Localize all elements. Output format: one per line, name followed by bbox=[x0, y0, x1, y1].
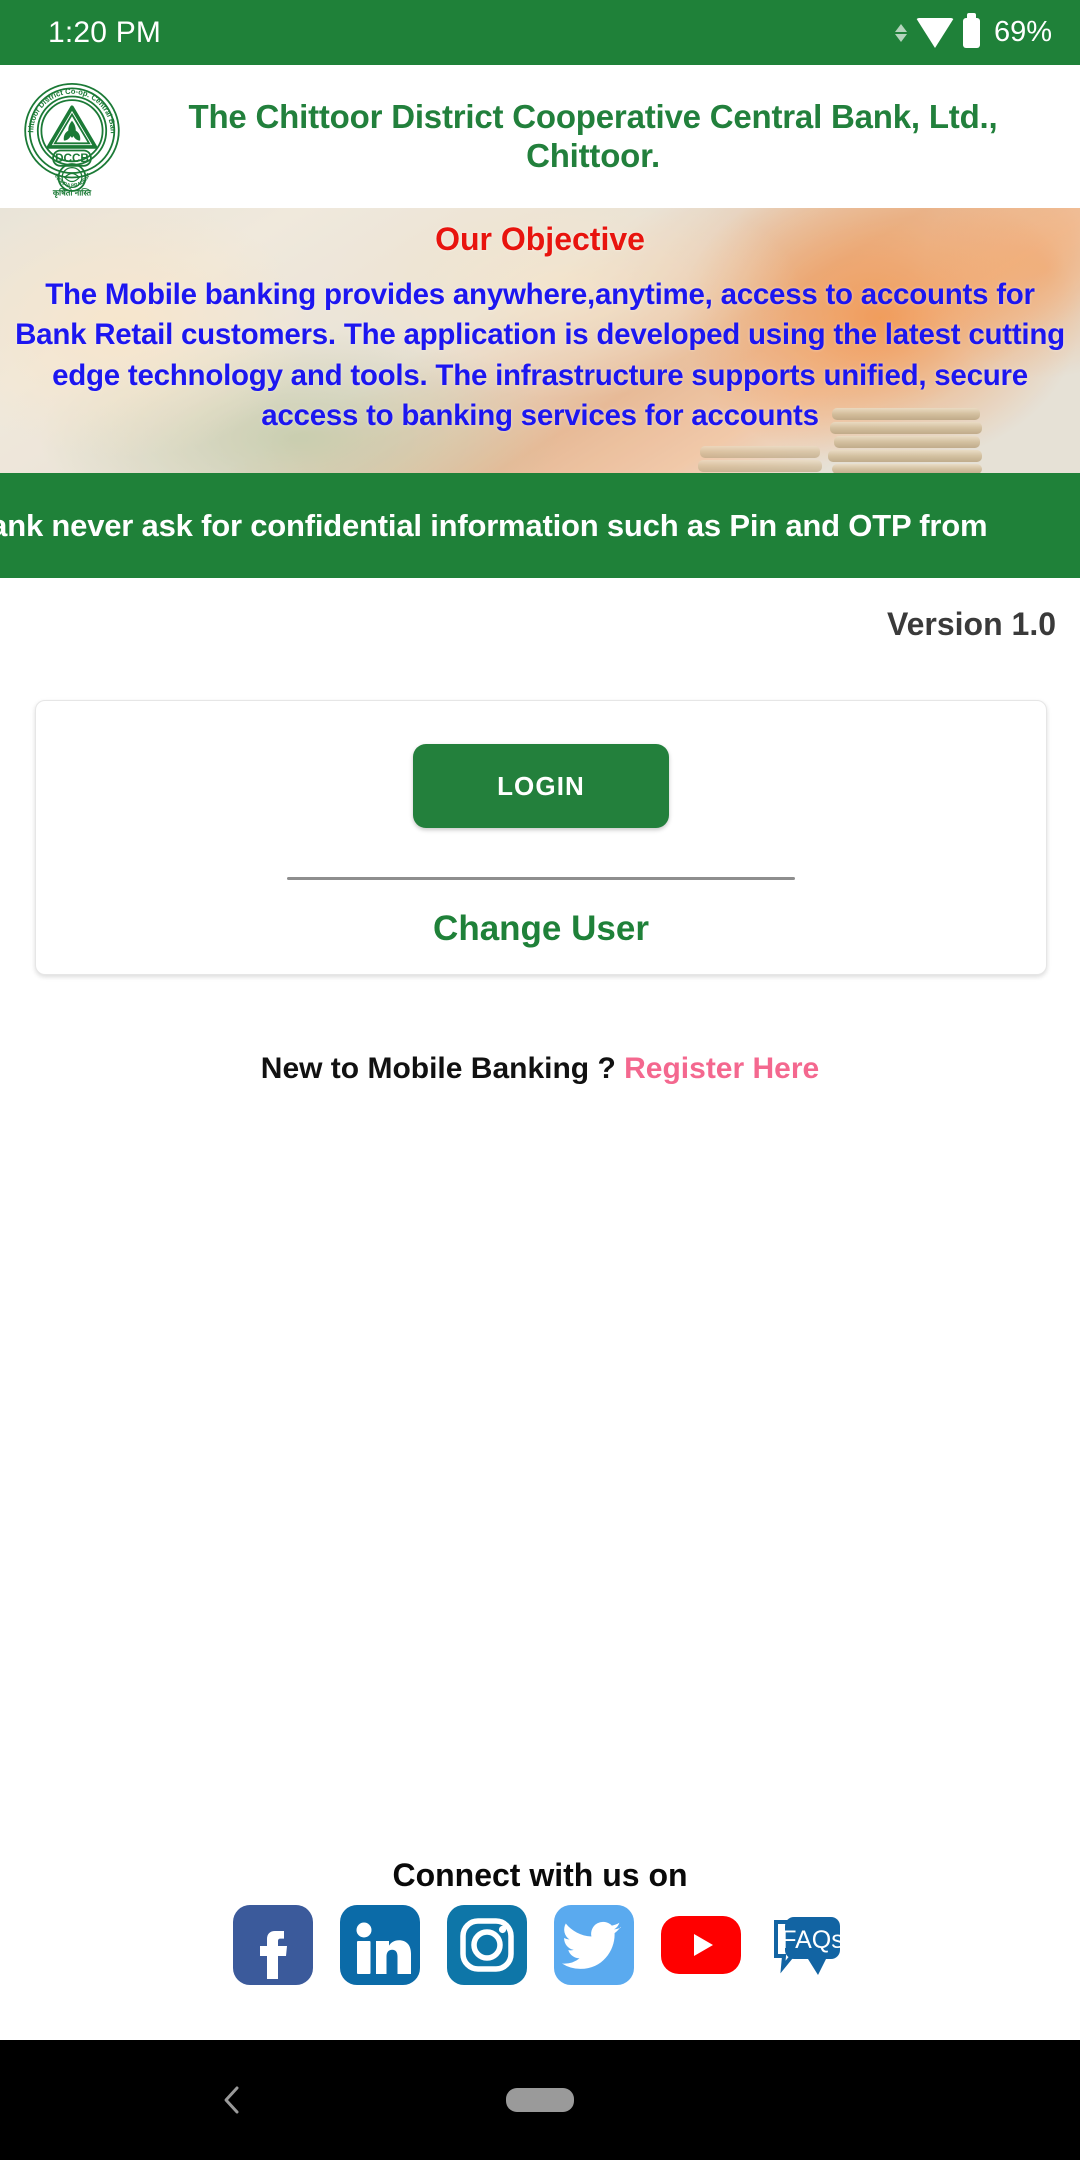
app-root: 1:20 PM 69% DCCB hittoor District Co-op.… bbox=[0, 0, 1080, 2160]
twitter-icon[interactable] bbox=[553, 1905, 634, 1985]
register-question-label: New to Mobile Banking ? bbox=[260, 1052, 625, 1085]
objective-banner: Our Objective The Mobile banking provide… bbox=[0, 208, 1080, 473]
youtube-icon[interactable] bbox=[660, 1916, 741, 1974]
security-notice-marquee: Bank never ask for confidential informat… bbox=[0, 473, 1080, 578]
app-header: DCCB The Chittoor District Co-op. Centra… bbox=[0, 65, 1080, 208]
login-button[interactable]: LOGIN bbox=[413, 744, 669, 828]
faqs-icon[interactable]: FAQs bbox=[768, 1905, 848, 1985]
security-notice-text: Bank never ask for confidential informat… bbox=[0, 507, 988, 543]
svg-text:ANDHRA PRADESH: ANDHRA PRADESH bbox=[52, 171, 92, 188]
wifi-icon bbox=[915, 17, 954, 48]
back-button-icon[interactable] bbox=[215, 2083, 249, 2117]
register-prompt: New to Mobile Banking ? Register Here bbox=[0, 1052, 1080, 1086]
social-links-row: FAQs bbox=[0, 1905, 1080, 1985]
status-bar: 1:20 PM 69% bbox=[0, 0, 1080, 65]
instagram-icon[interactable] bbox=[446, 1905, 527, 1985]
login-card: LOGIN Change User bbox=[35, 700, 1047, 975]
connect-with-us-label: Connect with us on bbox=[392, 1857, 688, 1893]
home-indicator[interactable] bbox=[506, 2088, 574, 2112]
svg-text:FAQs: FAQs bbox=[781, 1926, 844, 1954]
app-version-label: Version 1.0 bbox=[887, 606, 1056, 642]
svg-text:कृषितो नास्ति: कृषितो नास्ति bbox=[52, 187, 92, 198]
facebook-icon[interactable] bbox=[232, 1905, 313, 1985]
linkedin-icon[interactable] bbox=[339, 1905, 420, 1985]
system-navigation-bar bbox=[0, 2040, 1080, 2160]
battery-percent-label: 69% bbox=[993, 16, 1052, 48]
objective-body-text: The Mobile banking provides anywhere,any… bbox=[15, 278, 1065, 433]
status-bar-indicators: 69% bbox=[894, 12, 1052, 49]
objective-title: Our Objective bbox=[435, 221, 645, 257]
data-transfer-arrows-icon bbox=[894, 23, 907, 42]
page-title: The Chittoor District Cooperative Centra… bbox=[188, 97, 998, 174]
register-here-link[interactable]: Register Here bbox=[624, 1052, 819, 1085]
change-user-link[interactable]: Change User bbox=[433, 909, 649, 949]
bank-logo-icon: DCCB The Chittoor District Co-op. Centra… bbox=[15, 69, 126, 198]
battery-icon bbox=[962, 12, 980, 48]
card-divider bbox=[287, 877, 795, 880]
status-bar-clock: 1:20 PM bbox=[48, 15, 162, 49]
